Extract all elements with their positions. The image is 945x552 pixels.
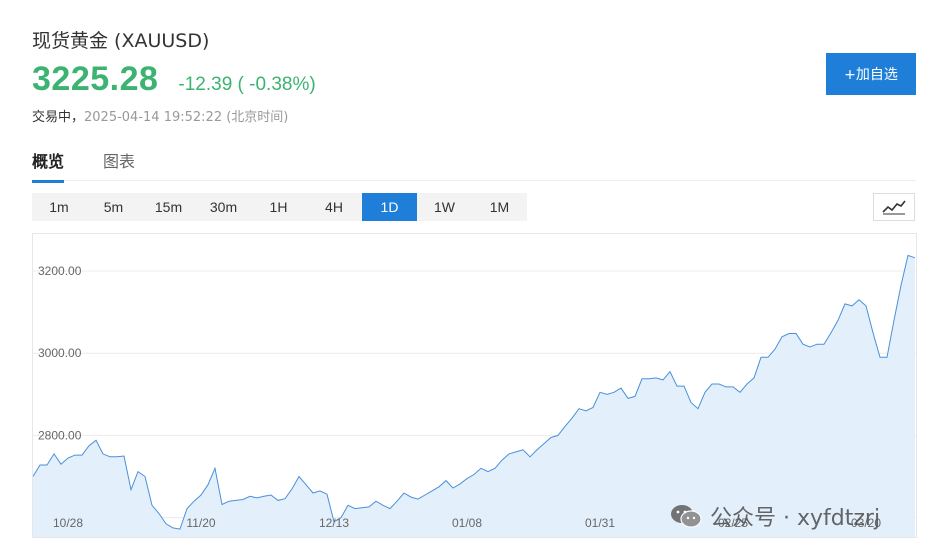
tab-chart[interactable]: 图表 — [103, 148, 135, 180]
interval-5m[interactable]: 5m — [86, 193, 141, 221]
chart-type-button[interactable] — [873, 193, 915, 221]
wechat-icon — [671, 505, 702, 528]
watermark-text: 公众号 · xyfdtzrj — [710, 506, 881, 531]
interval-1m[interactable]: 1m — [32, 193, 86, 221]
interval-1h[interactable]: 1H — [251, 193, 306, 221]
trading-status-row: 交易中，2025-04-14 19:52:22 (北京时间) — [32, 106, 288, 125]
tab-bar: 概览 图表 — [32, 146, 916, 183]
trading-status: 交易中， — [32, 110, 85, 125]
interval-1w[interactable]: 1W — [417, 193, 472, 221]
y-tick-label: 3000.00 — [38, 346, 82, 360]
interval-4h[interactable]: 4H — [306, 193, 362, 221]
price-area — [33, 255, 915, 537]
x-tick-label: 12/13 — [319, 516, 349, 530]
line-chart-icon — [882, 200, 906, 215]
price-row: 3225.28 -12.39 ( -0.38%) — [32, 60, 316, 99]
add-to-watchlist-button[interactable]: +加自选 — [826, 53, 916, 95]
x-tick-label: 10/28 — [53, 516, 83, 530]
x-tick-label: 01/08 — [452, 516, 482, 530]
watermark: 公众号 · xyfdtzrj — [670, 500, 880, 532]
y-tick-label: 3200.00 — [38, 264, 82, 278]
instrument-title: 现货黄金 (XAUUSD) — [32, 30, 210, 52]
interval-1d[interactable]: 1D — [362, 193, 417, 221]
interval-30m[interactable]: 30m — [196, 193, 251, 221]
interval-selector: 1m 5m 15m 30m 1H 4H 1D 1W 1M — [32, 193, 527, 221]
quote-timestamp: 2025-04-14 19:52:22 (北京时间) — [84, 110, 289, 125]
x-tick-label: 01/31 — [585, 516, 615, 530]
price-chart-svg: 3200.003000.002800.002600.0010/2811/2012… — [33, 254, 916, 537]
price-chart[interactable]: 3200.003000.002800.002600.0010/2811/2012… — [32, 233, 917, 538]
y-tick-label: 2800.00 — [38, 428, 82, 442]
tab-overview[interactable]: 概览 — [32, 148, 65, 183]
x-tick-label: 11/20 — [186, 516, 215, 530]
interval-1mo[interactable]: 1M — [472, 193, 527, 221]
interval-15m[interactable]: 15m — [141, 193, 196, 221]
price-change: -12.39 ( -0.38%) — [178, 74, 316, 95]
current-price: 3225.28 — [32, 60, 159, 98]
